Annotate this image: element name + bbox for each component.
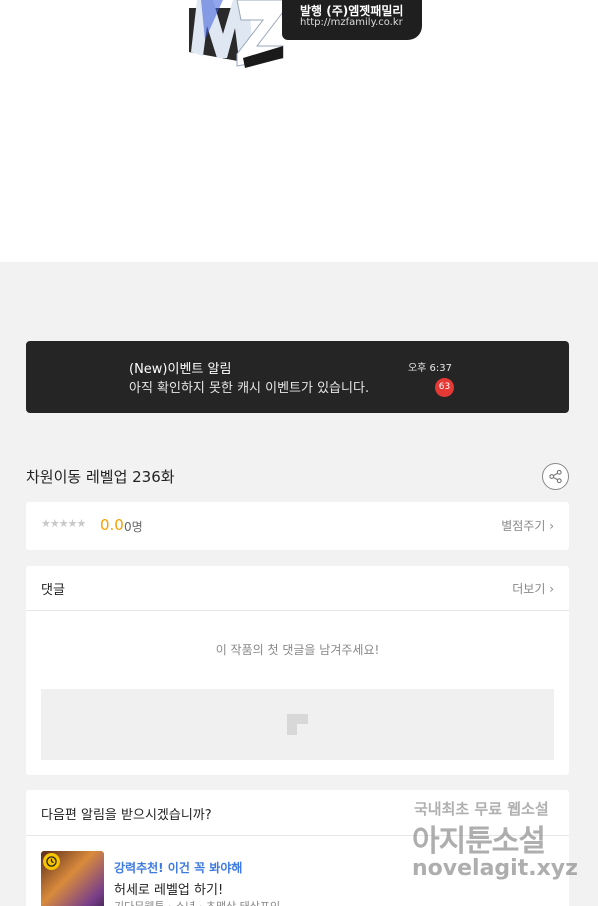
share-icon xyxy=(549,469,562,484)
recommend-label: 강력추천! 이건 꼭 봐야해 xyxy=(114,861,243,875)
comment-card: 댓글 더보기 › 이 작품의 첫 댓글을 남겨주세요! xyxy=(26,566,569,775)
next-episode-question: 다음편 알림을 받으시겠습니까? xyxy=(41,808,212,823)
comment-header: 댓글 더보기 › xyxy=(26,566,569,611)
share-button[interactable] xyxy=(542,463,569,490)
rating-count: 0명 xyxy=(124,520,143,534)
publisher-box: 발행 (주)엠젯패밀리 http://mzfamily.co.kr xyxy=(282,0,422,40)
recommend-title[interactable]: 허세로 레벨업 하기! xyxy=(114,879,223,898)
comment-empty-message: 이 작품의 첫 댓글을 남겨주세요! xyxy=(215,643,380,657)
event-notification[interactable]: (New)이벤트 알림 아직 확인하지 못한 캐시 이벤트가 있습니다. 오후 … xyxy=(26,341,569,413)
publisher-url[interactable]: http://mzfamily.co.kr xyxy=(300,17,403,28)
episode-title: 차원이동 레벨업 236화 xyxy=(26,468,175,486)
watermark-line3: novelagit.xyz xyxy=(412,856,578,881)
recommend-meta: 기다무웹툰 · 소년 · 초맥삭 태상프인 xyxy=(114,898,280,906)
comment-placeholder-icon xyxy=(287,714,308,735)
comment-input-box[interactable] xyxy=(41,689,554,760)
comment-title: 댓글 xyxy=(41,583,65,598)
notification-badge: 63 xyxy=(435,378,454,397)
watermark-line2: 아지툰소설 xyxy=(412,824,546,859)
notification-message: 아직 확인하지 못한 캐시 이벤트가 있습니다. xyxy=(129,381,370,396)
top-banner-area: 발행 (주)엠젯패밀리 http://mzfamily.co.kr xyxy=(0,0,598,262)
rating-score: 0.0 xyxy=(100,516,124,534)
notification-time: 오후 6:37 xyxy=(407,363,452,374)
watermark: 국내최초 무료 웹소설 아지툰소설 novelagit.xyz xyxy=(410,798,580,898)
clock-icon xyxy=(43,853,60,870)
rating-card: ★★★★★ 0.0 0명 별점주기 › xyxy=(26,502,569,550)
recommend-thumbnail[interactable] xyxy=(41,851,104,906)
rate-button[interactable]: 별점주기 › xyxy=(501,517,554,534)
rating-stars: ★★★★★ xyxy=(41,517,86,530)
notification-title: (New)이벤트 알림 xyxy=(129,362,232,377)
comment-more-button[interactable]: 더보기 › xyxy=(512,580,554,597)
